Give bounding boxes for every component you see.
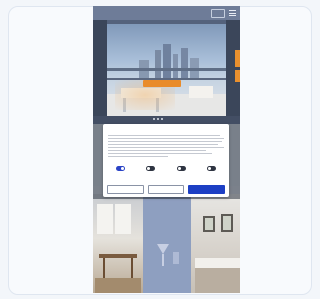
text-panel bbox=[143, 186, 233, 293]
bedroom-image bbox=[195, 214, 240, 293]
language-selector[interactable] bbox=[211, 8, 225, 18]
reject-button[interactable] bbox=[107, 185, 144, 194]
necessary-toggle[interactable] bbox=[115, 166, 125, 171]
consent-toggles bbox=[107, 164, 225, 171]
room-photo-right bbox=[191, 194, 240, 293]
cookie-consent-dialog bbox=[103, 124, 229, 197]
side-tab[interactable] bbox=[235, 70, 240, 82]
allow-all-button[interactable] bbox=[188, 185, 226, 194]
allow-selection-button[interactable] bbox=[147, 185, 185, 194]
menu-icon[interactable] bbox=[229, 10, 236, 16]
dialog-buttons bbox=[107, 185, 226, 194]
rooms-section bbox=[93, 186, 240, 293]
consent-category-preferences bbox=[138, 164, 164, 171]
dialog-description bbox=[108, 135, 224, 159]
website-screenshot bbox=[93, 6, 240, 293]
hero-image bbox=[93, 20, 240, 116]
marketing-toggle[interactable] bbox=[207, 166, 217, 171]
dining-room-image bbox=[95, 204, 141, 293]
hero-cta-button[interactable] bbox=[143, 80, 181, 87]
statistics-toggle[interactable] bbox=[176, 166, 186, 171]
site-header bbox=[93, 6, 240, 20]
lamp-image bbox=[157, 244, 179, 266]
room-photo-left bbox=[93, 194, 143, 293]
consent-category-statistics bbox=[168, 164, 194, 171]
consent-category-marketing bbox=[199, 164, 225, 171]
consent-category-necessary bbox=[107, 164, 133, 171]
side-tab[interactable] bbox=[235, 50, 240, 67]
carousel-dots[interactable] bbox=[153, 118, 163, 120]
preferences-toggle[interactable] bbox=[146, 166, 156, 171]
